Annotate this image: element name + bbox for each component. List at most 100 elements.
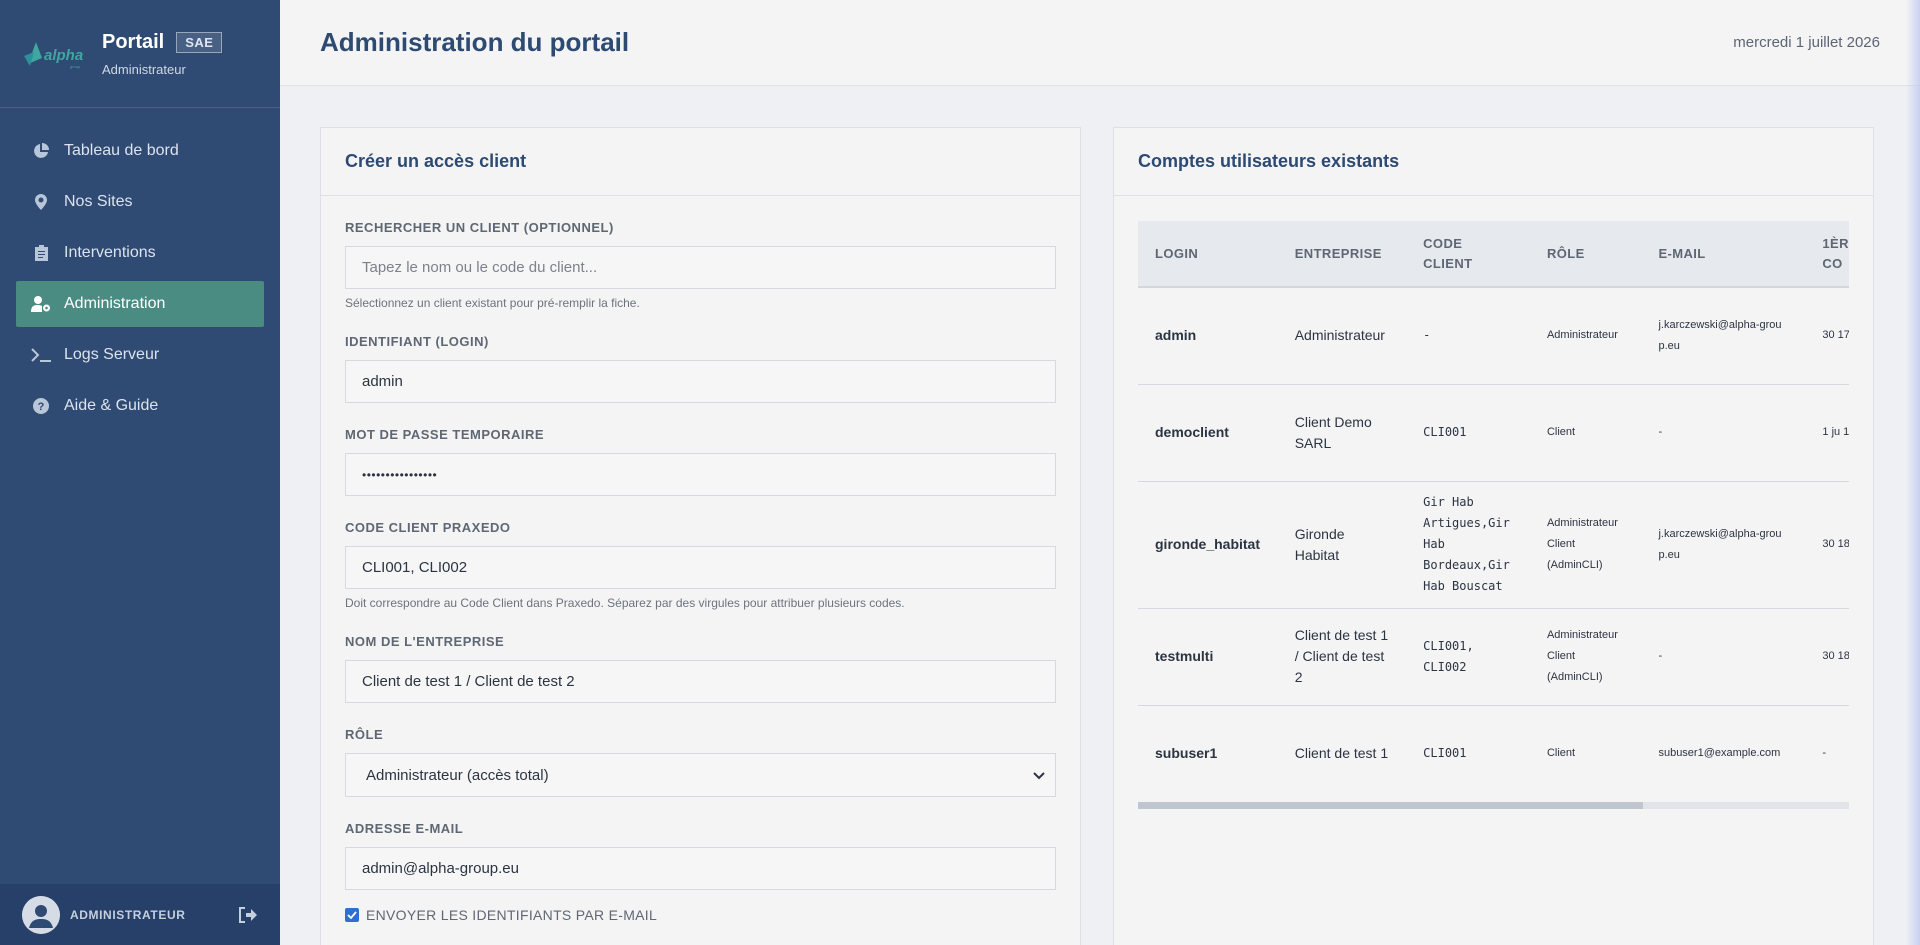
role-select[interactable]: Administrateur (accès total) <box>345 753 1056 797</box>
cell-email: - <box>1641 384 1806 482</box>
create-client-card: Créer un accès client RECHERCHER UN CLIE… <box>320 127 1081 945</box>
client-code-input[interactable]: CLI001, CLI002 <box>345 546 1056 589</box>
accounts-title: Comptes utilisateurs existants <box>1114 128 1873 196</box>
cell-email: j.karczewski@alpha-group.eu <box>1641 287 1806 385</box>
cell-first-connection: 30 18: <box>1805 608 1849 706</box>
login-label: IDENTIFIANT (LOGIN) <box>345 334 489 349</box>
table-row[interactable]: subuser1 Client de test 1 CLI001 Client … <box>1138 705 1849 803</box>
sidebar-item-nos-sites[interactable]: Nos Sites <box>16 179 264 225</box>
login-field: IDENTIFIANT (LOGIN) admin <box>345 334 1056 403</box>
page-header: Administration du portail mercredi 1 jui… <box>280 0 1920 86</box>
logout-icon[interactable] <box>236 904 258 926</box>
map-pin-icon <box>30 193 52 211</box>
sidebar-nav: Tableau de bord Nos Sites Interventions … <box>0 108 280 429</box>
client-search-help: Sélectionnez un client existant pour pré… <box>345 296 640 310</box>
scrollbar-thumb[interactable] <box>1138 802 1643 809</box>
email-field: ADRESSE E-MAIL admin@alpha-group.eu <box>345 821 1056 890</box>
email-input[interactable]: admin@alpha-group.eu <box>345 847 1056 890</box>
avatar[interactable] <box>22 895 60 934</box>
cell-login: testmulti <box>1138 608 1278 706</box>
column-header-role[interactable]: RÔLE <box>1529 221 1642 288</box>
pie-chart-icon <box>30 142 52 160</box>
table-row[interactable]: admin Administrateur - Administrateur j.… <box>1138 287 1849 385</box>
client-code-field: CODE CLIENT PRAXEDO CLI001, CLI002 Doit … <box>345 520 1056 610</box>
sidebar-footer: ADMINISTRATEUR <box>0 884 280 945</box>
brand-title: Portail <box>102 30 165 53</box>
cell-role: Administrateur Client (AdminCLI) <box>1529 481 1642 609</box>
column-header-first-connection[interactable]: 1ÈRE CO <box>1805 221 1849 288</box>
table-header-row: LOGIN ENTREPRISE CODE CLIENT RÔLE E-MAIL… <box>1138 221 1849 288</box>
send-email-checkbox[interactable] <box>345 908 359 922</box>
column-header-email[interactable]: E-MAIL <box>1641 221 1806 288</box>
cell-login: subuser1 <box>1138 705 1278 803</box>
email-label: ADRESSE E-MAIL <box>345 821 464 836</box>
cell-first-connection: 30 17: <box>1805 287 1849 385</box>
table-horizontal-scrollbar[interactable] <box>1138 802 1849 809</box>
role-field: RÔLE Administrateur (accès total) <box>345 727 1056 797</box>
send-email-label: ENVOYER LES IDENTIFIANTS PAR E-MAIL <box>366 907 658 923</box>
login-input[interactable]: admin <box>345 360 1056 403</box>
sidebar-item-logs-serveur[interactable]: Logs Serveur <box>16 332 264 378</box>
cell-first-connection: 1 ju 10: <box>1805 384 1849 482</box>
sidebar-item-administration[interactable]: Administration <box>16 281 264 327</box>
sidebar-item-label: Interventions <box>64 244 156 261</box>
table-row[interactable]: testmulti Client de test 1 / Client de t… <box>1138 608 1849 706</box>
client-search-label: RECHERCHER UN CLIENT (OPTIONNEL) <box>345 220 614 235</box>
cell-client-code: Gir Hab Artigues,Gir Hab Bordeaux,Gir Ha… <box>1406 481 1530 609</box>
column-header-company[interactable]: ENTREPRISE <box>1277 221 1407 288</box>
client-code-help: Doit correspondre au Code Client dans Pr… <box>345 596 905 610</box>
cell-company: Administrateur <box>1277 287 1407 385</box>
cell-client-code: CLI001 <box>1406 384 1530 482</box>
cell-email: - <box>1641 608 1806 706</box>
cell-client-code: CLI001, CLI002 <box>1406 608 1530 706</box>
cell-company: Client de test 1 / Client de test 2 <box>1277 608 1407 706</box>
client-search-field: RECHERCHER UN CLIENT (OPTIONNEL) Tapez l… <box>345 220 1056 310</box>
current-user-name: ADMINISTRATEUR <box>70 907 186 922</box>
alpha-logo[interactable]: alpha group <box>22 34 86 74</box>
table-row[interactable]: gironde_habitat Gironde Habitat Gir Hab … <box>1138 481 1849 609</box>
password-field: MOT DE PASSE TEMPORAIRE •••••••••••••••• <box>345 427 1056 496</box>
sidebar-item-tableau-de-bord[interactable]: Tableau de bord <box>16 128 264 174</box>
password-label: MOT DE PASSE TEMPORAIRE <box>345 427 545 442</box>
client-search-input[interactable]: Tapez le nom ou le code du client... <box>345 246 1056 289</box>
accounts-table: LOGIN ENTREPRISE CODE CLIENT RÔLE E-MAIL… <box>1138 221 1849 803</box>
svg-text:?: ? <box>38 401 45 413</box>
sidebar-item-label: Administration <box>64 295 166 312</box>
window-edge <box>1906 0 1920 945</box>
brand-subtitle: Administrateur <box>102 61 186 77</box>
column-header-client-code[interactable]: CODE CLIENT <box>1406 221 1530 288</box>
accounts-card: Comptes utilisateurs existants LOGIN ENT… <box>1113 127 1874 945</box>
cell-client-code: CLI001 <box>1406 705 1530 803</box>
cell-email: j.karczewski@alpha-group.eu <box>1641 481 1806 609</box>
user-cog-icon <box>30 295 52 313</box>
role-select-value: Administrateur (accès total) <box>366 766 549 784</box>
sidebar-item-label: Aide & Guide <box>64 397 159 414</box>
sidebar-item-interventions[interactable]: Interventions <box>16 230 264 276</box>
cell-company: Client de test 1 <box>1277 705 1407 803</box>
question-circle-icon: ? <box>30 397 52 415</box>
chevron-down-icon <box>1033 767 1045 784</box>
cell-login: democlient <box>1138 384 1278 482</box>
role-label: RÔLE <box>345 727 384 742</box>
cell-first-connection: 30 18: <box>1805 481 1849 609</box>
cell-role: Client <box>1529 705 1642 803</box>
company-label: NOM DE L'ENTREPRISE <box>345 634 505 649</box>
cell-first-connection: - <box>1805 705 1849 803</box>
send-email-option: ENVOYER LES IDENTIFIANTS PAR E-MAIL <box>345 907 1056 923</box>
password-input[interactable]: •••••••••••••••• <box>345 453 1056 496</box>
cell-login: gironde_habitat <box>1138 481 1278 609</box>
create-client-title: Créer un accès client <box>321 128 1080 196</box>
table-row[interactable]: democlient Client Demo SARL CLI001 Clien… <box>1138 384 1849 482</box>
sidebar: alpha group Portail SAE Administrateur T… <box>0 0 280 945</box>
column-header-login[interactable]: LOGIN <box>1138 221 1278 288</box>
brand: alpha group Portail SAE Administrateur <box>0 0 280 108</box>
company-input[interactable]: Client de test 1 / Client de test 2 <box>345 660 1056 703</box>
sidebar-item-aide-guide[interactable]: ? Aide & Guide <box>16 383 264 429</box>
accounts-table-container[interactable]: LOGIN ENTREPRISE CODE CLIENT RÔLE E-MAIL… <box>1138 221 1849 811</box>
cell-email: subuser1@example.com <box>1641 705 1806 803</box>
company-field: NOM DE L'ENTREPRISE Client de test 1 / C… <box>345 634 1056 703</box>
cell-role: Client <box>1529 384 1642 482</box>
sidebar-item-label: Logs Serveur <box>64 346 160 363</box>
logo-text: alpha <box>44 47 83 64</box>
sidebar-item-label: Tableau de bord <box>64 142 179 159</box>
